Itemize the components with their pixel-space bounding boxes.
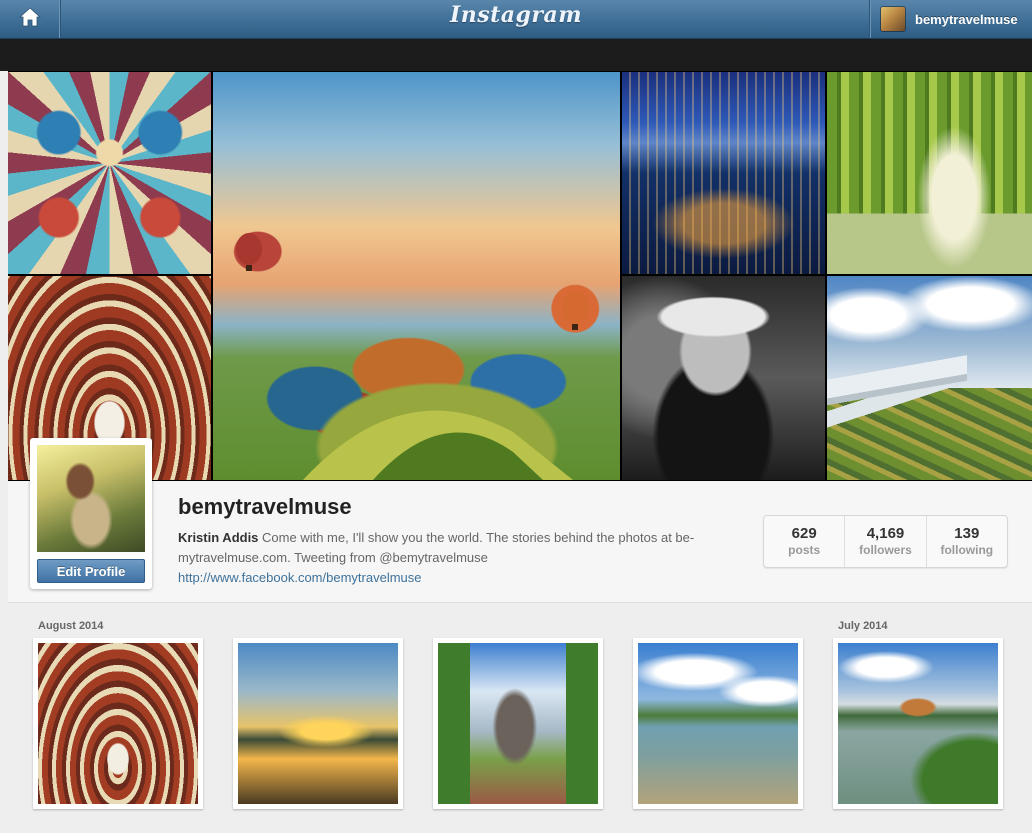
balloons-illustration xyxy=(236,233,588,480)
month-label-august: August 2014 xyxy=(38,620,104,632)
stat-followers[interactable]: 4,169 followers xyxy=(845,516,927,567)
stat-followers-label: followers xyxy=(859,543,912,557)
feed-photo[interactable] xyxy=(33,638,203,809)
profile-full-name: Kristin Addis xyxy=(178,530,259,545)
home-icon xyxy=(18,6,42,32)
feed-photo-image xyxy=(238,643,398,804)
cover-photo-green-arbor[interactable] xyxy=(827,72,1032,274)
feed-photo[interactable] xyxy=(233,638,403,809)
feed-photo[interactable] xyxy=(633,638,803,809)
user-menu-button[interactable]: bemytravelmuse xyxy=(869,0,1032,38)
stat-following-label: following xyxy=(940,543,994,557)
header-shadow-band xyxy=(0,39,1032,71)
feed-photo[interactable] xyxy=(433,638,603,809)
feed-photo[interactable] xyxy=(833,638,1003,809)
profile-website-link[interactable]: http://www.facebook.com/bemytravelmuse xyxy=(178,568,422,588)
profile-avatar[interactable] xyxy=(37,445,145,552)
cover-photo-city-night[interactable] xyxy=(622,72,825,274)
profile-cover-collage xyxy=(8,71,1032,481)
stat-posts[interactable]: 629 posts xyxy=(764,516,846,567)
profile-stats: 629 posts 4,169 followers 139 following xyxy=(763,515,1008,568)
profile-username: bemytravelmuse xyxy=(178,494,352,519)
cover-photo-airplane-wing[interactable] xyxy=(827,276,1032,480)
feed-photo-image xyxy=(638,643,798,804)
cover-photo-woman-portrait[interactable] xyxy=(622,276,825,480)
home-button[interactable] xyxy=(0,0,61,38)
feed-photo-image xyxy=(438,643,598,804)
stat-following-count: 139 xyxy=(954,525,980,542)
stat-following[interactable]: 139 following xyxy=(927,516,1007,567)
cover-photo-mosaic-ceiling[interactable] xyxy=(8,72,211,274)
feed-photo-image xyxy=(38,643,198,804)
profile-bio: Kristin Addis Come with me, I'll show yo… xyxy=(178,528,738,588)
month-label-july: July 2014 xyxy=(838,620,888,632)
feed-photo-image xyxy=(838,643,998,804)
top-navigation-bar: Instagram bemytravelmuse xyxy=(0,0,1032,39)
stat-followers-count: 4,169 xyxy=(866,525,905,542)
user-avatar xyxy=(881,7,905,31)
cover-photo-balloon-festival[interactable] xyxy=(213,72,620,480)
stat-posts-label: posts xyxy=(788,543,821,557)
profile-avatar-card: Edit Profile xyxy=(30,438,152,589)
edit-profile-button[interactable]: Edit Profile xyxy=(37,559,145,583)
header-username: bemytravelmuse xyxy=(915,11,1018,27)
stat-posts-count: 629 xyxy=(791,525,817,542)
